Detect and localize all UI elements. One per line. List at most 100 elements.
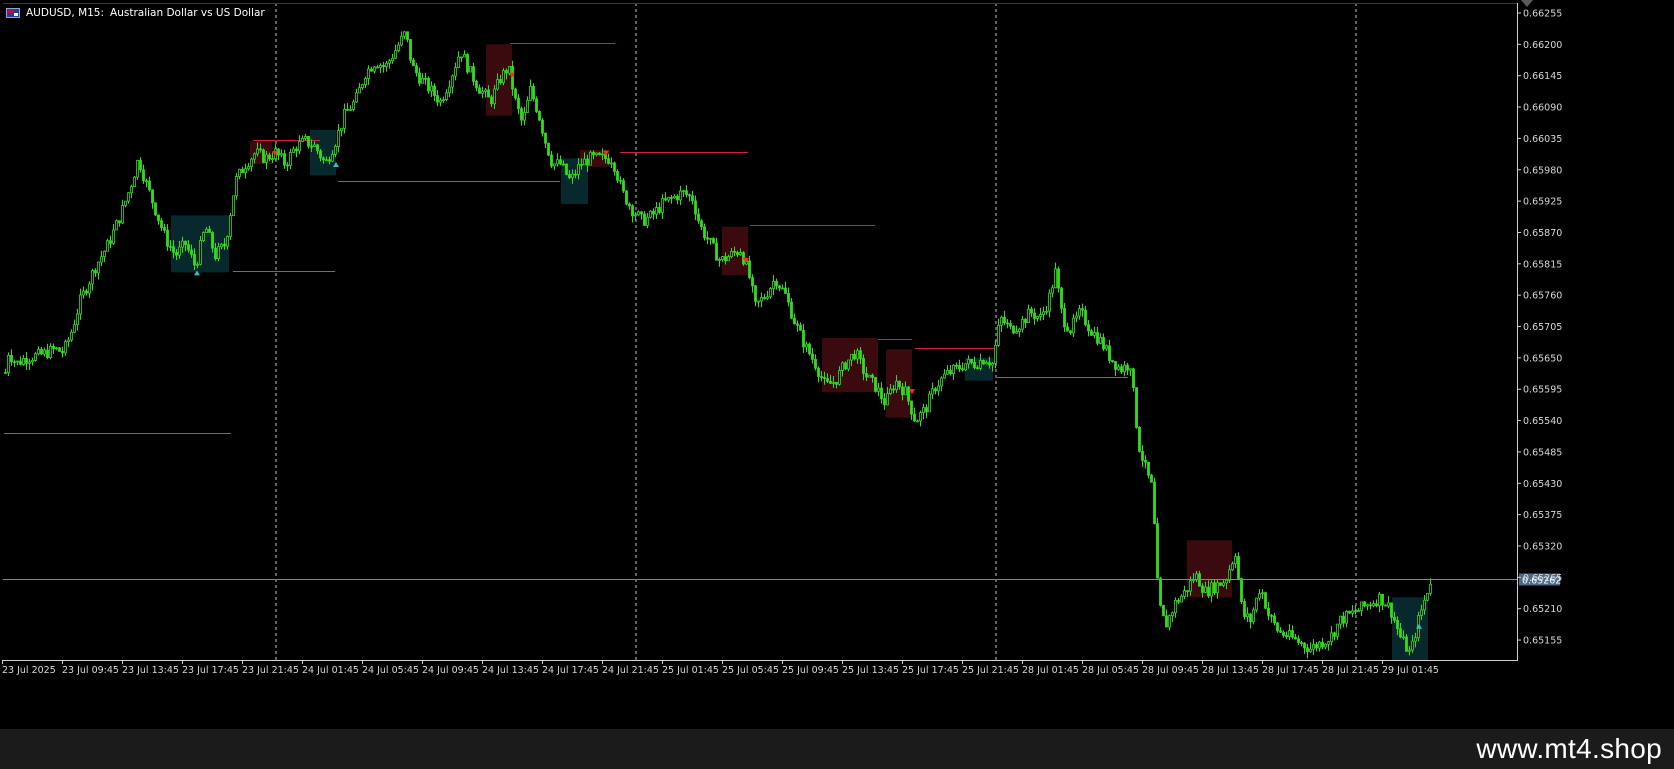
candle-body bbox=[85, 290, 88, 294]
candle-body bbox=[1339, 615, 1342, 625]
candle-body bbox=[739, 252, 742, 256]
candle-body bbox=[901, 386, 904, 396]
candle-body bbox=[346, 108, 349, 111]
candle-body bbox=[340, 127, 343, 131]
chart-window[interactable]: 0.65262 0.66255 0.66200 0.66145 0.66090 0.66… bbox=[0, 0, 1674, 769]
candle-body bbox=[1285, 635, 1288, 638]
candle-body bbox=[469, 66, 472, 73]
candle-body bbox=[1120, 366, 1123, 373]
candle-body bbox=[1108, 345, 1111, 361]
candle-body bbox=[964, 363, 967, 371]
candle-body bbox=[1087, 324, 1090, 332]
time-tick-label: 24 Jul 21:45 bbox=[602, 665, 659, 676]
time-tick-label: 28 Jul 21:45 bbox=[1322, 665, 1379, 676]
time-tick-label: 25 Jul 21:45 bbox=[962, 665, 1019, 676]
candle-body bbox=[1426, 592, 1429, 601]
candle-body bbox=[826, 378, 829, 382]
candle-body bbox=[1390, 602, 1393, 618]
candle-body bbox=[985, 362, 988, 365]
candle-body bbox=[694, 200, 697, 215]
candle-body bbox=[208, 228, 211, 233]
candle-body bbox=[121, 205, 124, 224]
candle-body bbox=[1042, 311, 1045, 315]
candle-body bbox=[1267, 607, 1270, 616]
candle-body bbox=[97, 261, 100, 274]
candle-body bbox=[790, 301, 793, 319]
candle-body bbox=[1342, 615, 1345, 624]
price-tick-label: 0.65980 bbox=[1523, 165, 1562, 176]
candle-body bbox=[595, 152, 598, 156]
candle-body bbox=[268, 154, 271, 160]
candle-body bbox=[1207, 586, 1210, 597]
candle-body bbox=[76, 313, 79, 326]
candle-body bbox=[607, 158, 610, 164]
candle-body bbox=[1252, 609, 1255, 623]
candle-body bbox=[1177, 600, 1180, 603]
candle-body bbox=[184, 240, 187, 246]
candle-body bbox=[1186, 590, 1189, 593]
candle-body bbox=[415, 65, 418, 74]
candle-body bbox=[316, 144, 319, 152]
chart-title-bar: AUDUSD, M15: Australian Dollar vs US Dol… bbox=[6, 6, 265, 20]
candle-body bbox=[1366, 604, 1369, 607]
time-tick-label: 28 Jul 09:45 bbox=[1142, 665, 1199, 676]
candle-body bbox=[301, 137, 304, 142]
candle-body bbox=[439, 99, 442, 103]
candle-body bbox=[526, 100, 529, 113]
shift-marker-icon[interactable] bbox=[1521, 0, 1533, 7]
footer-bar: www.mt4.shop bbox=[0, 729, 1674, 769]
candle-body bbox=[310, 145, 313, 148]
candle-body bbox=[880, 387, 883, 399]
candle-body bbox=[400, 35, 403, 46]
candle-body bbox=[646, 216, 649, 226]
candle-body bbox=[181, 240, 184, 248]
candle-body bbox=[721, 256, 724, 261]
candle-body bbox=[1357, 610, 1360, 613]
time-tick-label: 24 Jul 09:45 bbox=[422, 665, 479, 676]
candle-body bbox=[1279, 630, 1282, 633]
candle-body bbox=[343, 108, 346, 129]
candle-body bbox=[82, 290, 85, 296]
candle-body bbox=[868, 374, 871, 378]
candle-body bbox=[229, 215, 232, 237]
candle-body bbox=[601, 153, 604, 156]
candle-body bbox=[727, 256, 730, 262]
candle-body bbox=[1078, 308, 1081, 317]
candle-body bbox=[385, 62, 388, 67]
candle-body bbox=[7, 354, 10, 373]
candle-body bbox=[955, 364, 958, 367]
candle-body bbox=[202, 232, 205, 241]
candle-body bbox=[844, 362, 847, 370]
candle-body bbox=[763, 297, 766, 299]
candle-body bbox=[280, 153, 283, 156]
candle-body bbox=[829, 380, 832, 384]
candle-body bbox=[196, 263, 199, 266]
candle-body bbox=[1231, 563, 1234, 571]
candle-body bbox=[691, 195, 694, 202]
candle-body bbox=[553, 163, 556, 167]
candle-body bbox=[13, 361, 16, 364]
candle-body bbox=[166, 229, 169, 247]
price-tick-label: 0.66200 bbox=[1523, 40, 1562, 51]
candle-body bbox=[640, 211, 643, 215]
candle-body bbox=[328, 159, 331, 162]
candle-body bbox=[163, 227, 166, 231]
candle-body bbox=[1372, 603, 1375, 607]
candle-body bbox=[1273, 615, 1276, 624]
candle-body bbox=[1210, 582, 1213, 597]
candle-body bbox=[373, 66, 376, 72]
candle-body bbox=[787, 292, 790, 303]
candle-body bbox=[1021, 318, 1024, 330]
candle-body bbox=[178, 246, 181, 256]
price-chart[interactable]: 0.65262 0.662550.662000.661450.660900.66… bbox=[0, 0, 1674, 729]
candle-body bbox=[364, 78, 367, 85]
candle-body bbox=[442, 99, 445, 102]
candle-body bbox=[1240, 578, 1243, 603]
candle-body bbox=[118, 220, 121, 224]
candle-body bbox=[277, 148, 280, 156]
candle-body bbox=[289, 152, 292, 166]
candle-body bbox=[1159, 577, 1162, 606]
candle-body bbox=[217, 246, 220, 260]
candle-body bbox=[904, 386, 907, 396]
candle-body bbox=[613, 162, 616, 172]
